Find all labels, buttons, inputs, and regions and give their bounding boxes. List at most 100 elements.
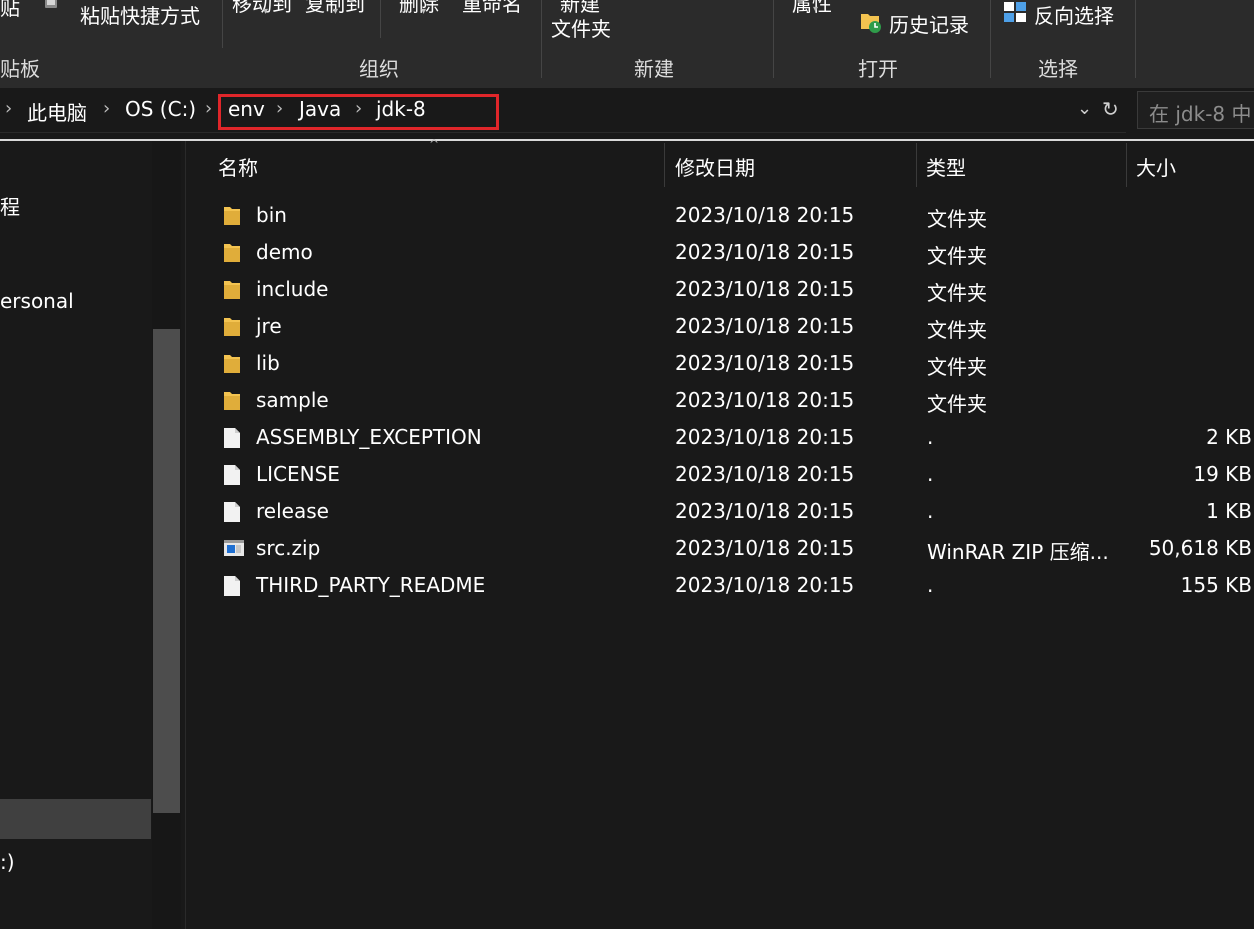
file-type: WinRAR ZIP 压缩...	[927, 540, 1109, 564]
ribbon-divider	[1135, 0, 1136, 78]
file-type: 文件夹	[927, 318, 987, 342]
file-icon	[223, 501, 241, 527]
file-name: sample	[256, 388, 329, 412]
file-modified: 2023/10/18 20:15	[675, 240, 855, 264]
file-row-demo[interactable]: demo 2023/10/18 20:15 文件夹	[186, 235, 1254, 272]
file-size: 2 KB	[1206, 425, 1252, 449]
file-name: include	[256, 277, 329, 301]
file-type: .	[927, 425, 934, 449]
ribbon-divider	[773, 0, 774, 78]
file-row-bin[interactable]: bin 2023/10/18 20:15 文件夹	[186, 198, 1254, 235]
navigation-pane: ︿ 程 ersonal :)	[0, 141, 186, 929]
breadcrumb-java[interactable]: Java	[299, 97, 341, 121]
file-row-sample[interactable]: sample 2023/10/18 20:15 文件夹	[186, 383, 1254, 420]
column-divider[interactable]	[916, 143, 917, 187]
nav-item[interactable]: ersonal	[0, 289, 74, 313]
file-type: 文件夹	[927, 392, 987, 416]
folder-icon	[223, 390, 241, 415]
file-row-include[interactable]: include 2023/10/18 20:15 文件夹	[186, 272, 1254, 309]
zip-file-icon	[223, 538, 245, 562]
file-modified: 2023/10/18 20:15	[675, 388, 855, 412]
breadcrumb-env[interactable]: env	[228, 97, 265, 121]
chevron-down-icon: ▾	[263, 6, 269, 17]
breadcrumb-jdk-8[interactable]: jdk-8	[376, 97, 426, 121]
invert-selection-icon	[1003, 1, 1027, 23]
file-name: jre	[256, 314, 282, 338]
invert-selection-button[interactable]: 反向选择	[1034, 0, 1114, 29]
file-modified: 2023/10/18 20:15	[675, 425, 855, 449]
file-modified: 2023/10/18 20:15	[675, 573, 855, 597]
breadcrumb-os-c[interactable]: OS (C:)	[125, 97, 196, 121]
open-group-label: 打开	[858, 57, 898, 81]
file-modified: 2023/10/18 20:15	[675, 277, 855, 301]
file-row-src-zip[interactable]: src.zip 2023/10/18 20:15 WinRAR ZIP 压缩..…	[186, 531, 1254, 568]
file-type: 文件夹	[927, 244, 987, 268]
breadcrumb-chevron-icon[interactable]: ›	[205, 98, 212, 119]
ribbon-divider	[541, 0, 542, 78]
folder-icon	[223, 242, 241, 267]
search-input[interactable]: 在 jdk-8 中	[1137, 91, 1254, 129]
file-type: 文件夹	[927, 281, 987, 305]
column-header-name[interactable]: 名称	[218, 152, 258, 181]
file-modified: 2023/10/18 20:15	[675, 314, 855, 338]
file-row-third-party-readme[interactable]: THIRD_PARTY_README 2023/10/18 20:15 . 15…	[186, 568, 1254, 605]
column-header-size[interactable]: 大小	[1136, 152, 1176, 181]
file-size: 50,618 KB	[1148, 536, 1252, 560]
breadcrumb-chevron-icon[interactable]: ›	[5, 98, 12, 119]
nav-item[interactable]: 程	[0, 191, 20, 220]
properties-button[interactable]: 属性	[792, 0, 832, 17]
address-history-dropdown-icon[interactable]: ⌄	[1077, 98, 1092, 119]
file-modified: 2023/10/18 20:15	[675, 203, 855, 227]
move-to-button[interactable]: 移动到	[232, 0, 292, 17]
file-name: src.zip	[256, 536, 321, 560]
file-modified: 2023/10/18 20:15	[675, 462, 855, 486]
file-modified: 2023/10/18 20:15	[675, 536, 855, 560]
column-header-type[interactable]: 类型	[926, 152, 966, 181]
file-size: 1 KB	[1206, 499, 1252, 523]
file-name: ASSEMBLY_EXCEPTION	[256, 425, 482, 449]
breadcrumb-chevron-icon[interactable]: ›	[276, 98, 283, 119]
paste-shortcut-icon	[44, 0, 58, 22]
folder-icon	[223, 205, 241, 230]
chevron-down-icon: ▾	[421, 6, 427, 17]
file-row-license[interactable]: LICENSE 2023/10/18 20:15 . 19 KB	[186, 457, 1254, 494]
file-row-lib[interactable]: lib 2023/10/18 20:15 文件夹	[186, 346, 1254, 383]
nav-item-selected[interactable]	[0, 799, 151, 839]
nav-item[interactable]: :)	[0, 850, 15, 874]
column-divider[interactable]	[1126, 143, 1127, 187]
file-name: LICENSE	[256, 462, 340, 486]
file-modified: 2023/10/18 20:15	[675, 351, 855, 375]
delete-button[interactable]: 删除	[399, 0, 439, 17]
sort-ascending-icon: ^	[429, 137, 440, 151]
folder-icon	[223, 316, 241, 341]
search-placeholder: 在 jdk-8 中	[1149, 102, 1252, 126]
chevron-down-icon: ▾	[813, 4, 819, 15]
breadcrumb-chevron-icon[interactable]: ›	[355, 98, 362, 119]
folder-icon	[223, 279, 241, 304]
folder-icon	[223, 353, 241, 378]
file-type: 文件夹	[927, 207, 987, 231]
ribbon: 贴 粘贴快捷方式 贴板 移动到 ▾ 复制到 ▾ 删除 ▾ 重命名 组织 新建 文…	[0, 0, 1254, 88]
file-name: demo	[256, 240, 313, 264]
file-icon	[223, 575, 241, 601]
file-name: THIRD_PARTY_README	[256, 573, 486, 597]
history-button[interactable]: 历史记录	[889, 9, 969, 38]
refresh-icon[interactable]: ↻	[1102, 97, 1119, 121]
file-type: .	[927, 573, 934, 597]
breadcrumb-chevron-icon[interactable]: ›	[103, 98, 110, 119]
nav-scrollbar-thumb[interactable]	[153, 329, 180, 813]
new-folder-button-line2[interactable]: 文件夹	[551, 13, 611, 42]
new-group-label: 新建	[634, 57, 674, 81]
paste-button[interactable]: 贴	[0, 0, 20, 21]
column-header-modified[interactable]: 修改日期	[675, 152, 755, 181]
paste-shortcut-button[interactable]: 粘贴快捷方式	[80, 0, 200, 29]
file-row-release[interactable]: release 2023/10/18 20:15 . 1 KB	[186, 494, 1254, 531]
breadcrumb-this-pc[interactable]: 此电脑	[27, 97, 87, 126]
file-name: lib	[256, 351, 280, 375]
file-type: .	[927, 499, 934, 523]
file-row-jre[interactable]: jre 2023/10/18 20:15 文件夹	[186, 309, 1254, 346]
file-list: ^ 名称 修改日期 类型 大小 bin 2023/10/18 20:15 文件夹…	[186, 137, 1254, 929]
file-row-assembly-exception[interactable]: ASSEMBLY_EXCEPTION 2023/10/18 20:15 . 2 …	[186, 420, 1254, 457]
column-divider[interactable]	[664, 143, 665, 187]
rename-button[interactable]: 重命名	[462, 0, 522, 17]
